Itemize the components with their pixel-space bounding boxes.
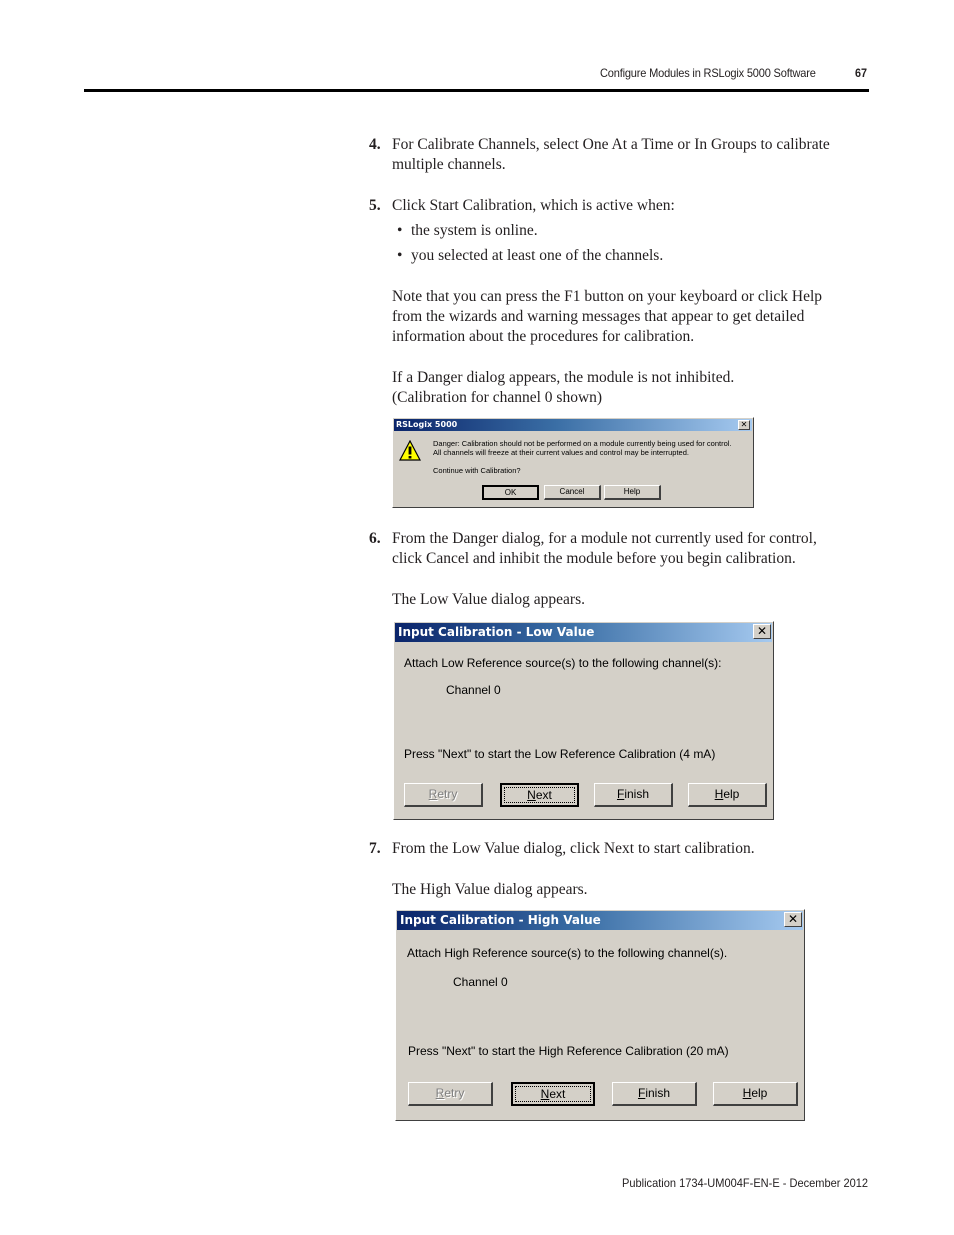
help-button[interactable]: Help [604,485,661,500]
step-4-line-2: multiple channels. [392,156,506,173]
next-button[interactable]: Next [500,783,579,807]
close-icon: ✕ [756,624,768,638]
danger-message-line-2: All channels will freeze at their curren… [433,448,689,457]
high-prompt: Press "Next" to start the High Reference… [408,1044,729,1058]
close-button[interactable]: ✕ [753,624,771,639]
danger-dialog: RSLogix 5000 ✕ Danger: Calibration shoul… [392,417,754,508]
running-header-title: Configure Modules in RSLogix 5000 Softwa… [600,66,816,80]
step-5-text: Click Start Calibration, which is active… [392,197,675,214]
note-line-2: from the wizards and warning messages th… [392,308,805,325]
bullet-item: you selected at least one of the channel… [411,247,664,264]
low-prompt: Press "Next" to start the Low Reference … [404,747,716,761]
retry-button[interactable]: Retry [408,1082,493,1106]
finish-button[interactable]: Finish [594,783,673,807]
step-6-line-2: click Cancel and inhibit the module befo… [392,550,796,567]
header-rule [84,89,869,92]
ok-button[interactable]: OK [482,485,539,500]
close-button[interactable]: ✕ [738,420,750,430]
page-number: 67 [855,66,868,80]
high-instruction: Attach High Reference source(s) to the f… [407,946,728,960]
danger-question: Continue with Calibration? [433,466,521,475]
next-button[interactable]: Next [511,1082,595,1106]
retry-button[interactable]: Retry [404,783,483,807]
warning-icon [399,440,421,461]
finish-button[interactable]: Finish [612,1082,697,1106]
step-4-line-1: For Calibrate Channels, select One At a … [392,136,830,153]
high-dialog-titlebar: Input Calibration - High Value [397,911,803,930]
high-value-dialog: Input Calibration - High Value ✕ Attach … [395,909,805,1121]
step-7-after: The High Value dialog appears. [392,881,588,898]
low-dialog-title: Input Calibration - Low Value [398,625,595,639]
high-dialog-title: Input Calibration - High Value [400,913,601,927]
bullet-icon: • [397,247,403,264]
danger-message-line-1: Danger: Calibration should not be perfor… [433,439,732,448]
danger-dialog-titlebar: RSLogix 5000 [394,419,752,431]
danger-note-line-2: (Calibration for channel 0 shown) [392,389,603,406]
close-icon: ✕ [787,912,799,926]
cancel-button[interactable]: Cancel [544,485,601,500]
low-instruction: Attach Low Reference source(s) to the fo… [404,656,722,670]
low-value-dialog: Input Calibration - Low Value ✕ Attach L… [393,621,774,820]
close-icon: ✕ [740,420,748,429]
note-line-3: information about the procedures for cal… [392,328,695,345]
note-line-1: Note that you can press the F1 button on… [392,288,823,305]
step-6-line-1: From the Danger dialog, for a module not… [392,530,817,547]
step-6-after: The Low Value dialog appears. [392,591,585,608]
step-7-number: 7. [369,840,381,857]
step-7-text: From the Low Value dialog, click Next to… [392,840,755,857]
step-6-number: 6. [369,530,381,547]
close-button[interactable]: ✕ [784,912,802,927]
step-4-number: 4. [369,136,381,153]
bullet-icon: • [397,222,403,239]
bullet-item: the system is online. [411,222,538,239]
help-button[interactable]: Help [688,783,767,807]
low-channel: Channel 0 [446,683,501,697]
low-dialog-titlebar: Input Calibration - Low Value [395,623,772,642]
danger-note-line-1: If a Danger dialog appears, the module i… [392,369,735,386]
step-5-number: 5. [369,197,381,214]
danger-dialog-title: RSLogix 5000 [396,420,458,429]
high-channel: Channel 0 [453,975,508,989]
help-button[interactable]: Help [713,1082,798,1106]
publication-footer: Publication 1734-UM004F-EN-E - December … [622,1176,869,1190]
